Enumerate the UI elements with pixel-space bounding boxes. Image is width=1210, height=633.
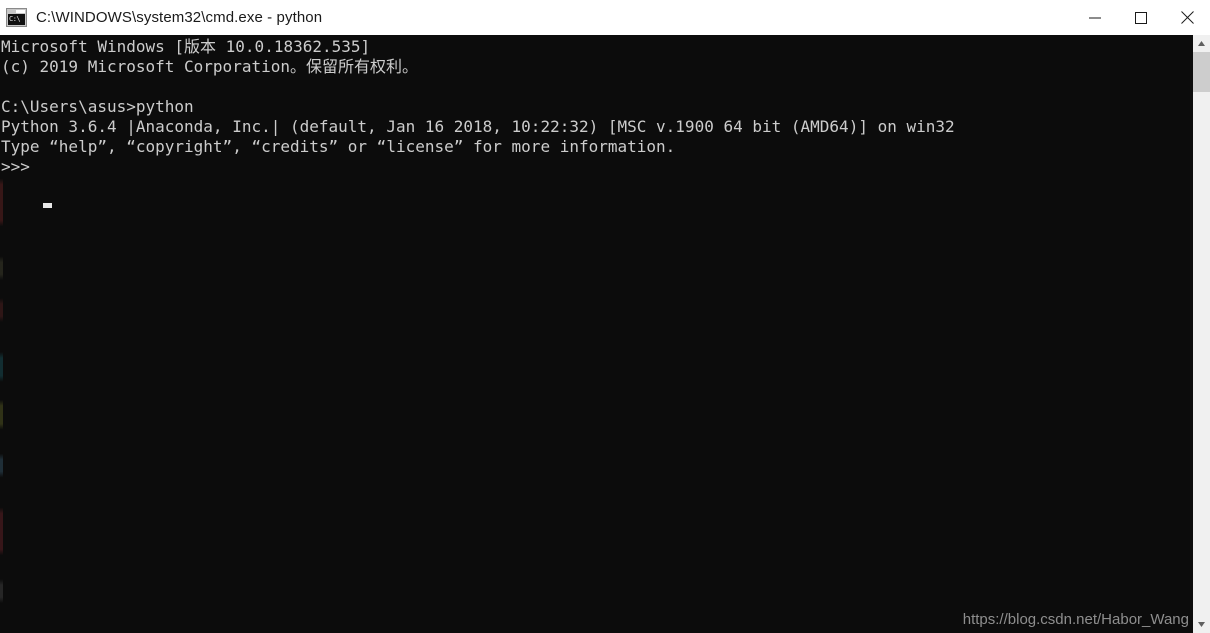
console-cursor [43,203,52,208]
cmd-icon-titlestrip [16,10,25,13]
cmd-icon-screen: C:\ [8,14,25,25]
minimize-button[interactable] [1072,0,1118,35]
close-button[interactable] [1164,0,1210,35]
title-bar-left: C:\ C:\WINDOWS\system32\cmd.exe - python [0,8,322,27]
window-title: C:\WINDOWS\system32\cmd.exe - python [36,9,323,26]
cmd-console-icon: C:\ [6,8,27,27]
scrollbar-thumb[interactable] [1193,52,1210,92]
maximize-button[interactable] [1118,0,1164,35]
scrollbar-down-arrow[interactable] [1193,616,1210,633]
maximize-icon [1135,11,1147,24]
minimize-icon [1089,17,1101,18]
scrollbar-up-arrow[interactable] [1193,35,1210,52]
cmd-window: C:\ C:\WINDOWS\system32\cmd.exe - python [0,0,1210,633]
close-icon [1180,11,1194,24]
title-bar[interactable]: C:\ C:\WINDOWS\system32\cmd.exe - python [0,0,1210,35]
console-output-area[interactable]: Microsoft Windows [版本 10.0.18362.535] (c… [0,35,1193,633]
console-scrollbar[interactable] [1193,35,1210,633]
window-controls [1072,0,1210,35]
chevron-down-icon [1198,622,1205,627]
console-text: Microsoft Windows [版本 10.0.18362.535] (c… [1,37,955,176]
chevron-up-icon [1198,41,1205,46]
watermark-text: https://blog.csdn.net/Habor_Wang [962,611,1189,628]
